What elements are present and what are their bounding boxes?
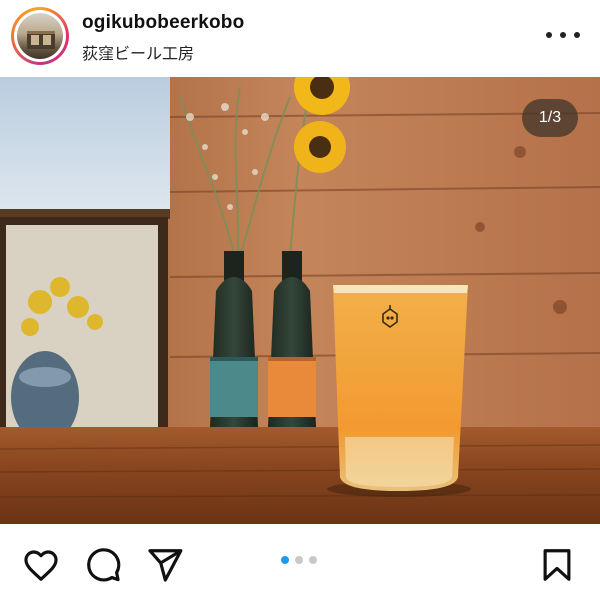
photo-illustration: [0, 77, 600, 524]
carousel-dot[interactable]: [295, 556, 303, 564]
carousel-dot-active[interactable]: [281, 556, 289, 564]
more-options-icon[interactable]: [546, 24, 580, 46]
send-icon[interactable]: [146, 546, 184, 584]
more-dot: [574, 32, 580, 38]
username[interactable]: ogikubobeerkobo: [82, 12, 244, 34]
avatar-window: [43, 35, 51, 45]
location-subtitle[interactable]: 荻窪ビール工房: [82, 40, 194, 64]
carousel-dot[interactable]: [309, 556, 317, 564]
avatar-window: [31, 35, 39, 45]
beer-glass: [327, 285, 471, 497]
comment-icon[interactable]: [84, 546, 122, 584]
bookmark-icon[interactable]: [538, 546, 576, 584]
carousel-counter: 1/3: [522, 99, 578, 137]
more-dot: [560, 32, 566, 38]
avatar[interactable]: [17, 13, 63, 59]
story-ring[interactable]: [11, 7, 69, 65]
more-dot: [546, 32, 552, 38]
carousel-indicator: [281, 556, 317, 564]
sunflower: [294, 121, 346, 173]
post-header: ogikubobeerkobo 荻窪ビール工房: [0, 0, 600, 76]
post-photo[interactable]: [0, 77, 600, 524]
heart-icon[interactable]: [22, 546, 60, 584]
